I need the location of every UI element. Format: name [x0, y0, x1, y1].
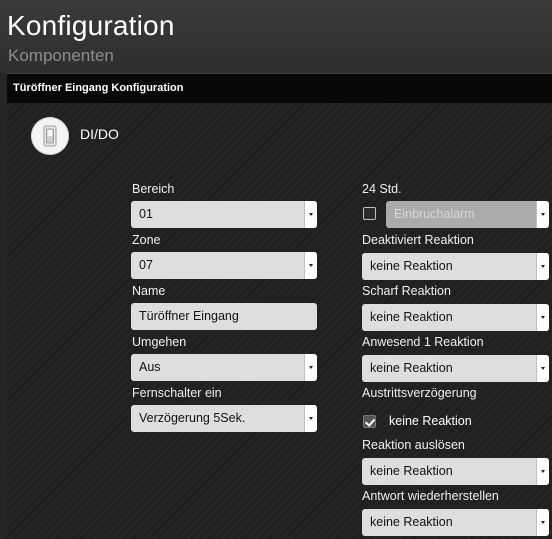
fernschalter-label: Fernschalter ein: [132, 386, 222, 400]
austritt-checkbox[interactable]: [363, 415, 376, 428]
name-input[interactable]: Türöffner Eingang: [131, 303, 317, 330]
chevron-down-icon[interactable]: [304, 201, 317, 228]
chevron-down-icon[interactable]: [536, 509, 549, 536]
chevron-down-icon[interactable]: [304, 405, 317, 432]
austritt-value: keine Reaktion: [389, 414, 472, 428]
device-type-label: DI/DO: [80, 126, 119, 142]
std24-value: Einbruchalarm: [394, 207, 475, 221]
chevron-down-icon: [536, 201, 549, 228]
bereich-select[interactable]: 01: [131, 201, 317, 228]
zone-label: Zone: [132, 233, 161, 247]
bereich-label: Bereich: [132, 182, 175, 196]
scharf-select[interactable]: keine Reaktion: [362, 304, 549, 331]
chevron-down-icon[interactable]: [304, 354, 317, 381]
umgehen-label: Umgehen: [132, 335, 187, 349]
deaktiviert-value: keine Reaktion: [370, 259, 453, 273]
deaktiviert-label: Deaktiviert Reaktion: [362, 233, 474, 247]
anwesend-value: keine Reaktion: [370, 361, 453, 375]
scharf-value: keine Reaktion: [370, 310, 453, 324]
chevron-down-icon[interactable]: [304, 252, 317, 279]
ausloesen-label: Reaktion auslösen: [362, 438, 465, 452]
fernschalter-select[interactable]: Verzögerung 5Sek.: [131, 405, 317, 432]
umgehen-value: Aus: [139, 360, 161, 374]
austritt-label: Austrittsverzögerung: [362, 386, 477, 400]
scharf-label: Scharf Reaktion: [362, 284, 451, 298]
wiederherstellen-label: Antwort wiederherstellen: [362, 489, 499, 503]
panel-title: Türöffner Eingang Konfiguration: [13, 82, 184, 94]
std24-label: 24 Std.: [362, 182, 402, 196]
wiederherstellen-select[interactable]: keine Reaktion: [362, 509, 549, 536]
chevron-down-icon[interactable]: [536, 253, 549, 280]
chevron-down-icon[interactable]: [536, 304, 549, 331]
anwesend-label: Anwesend 1 Reaktion: [362, 335, 484, 349]
ausloesen-value: keine Reaktion: [370, 464, 453, 478]
light-switch-icon: [31, 117, 69, 155]
fernschalter-value: Verzögerung 5Sek.: [139, 411, 246, 425]
bereich-value: 01: [139, 207, 153, 221]
chevron-down-icon[interactable]: [536, 355, 549, 382]
std24-select: Einbruchalarm: [386, 201, 549, 228]
umgehen-select[interactable]: Aus: [131, 354, 317, 381]
page-title: Konfiguration: [7, 10, 175, 41]
ausloesen-select[interactable]: keine Reaktion: [362, 458, 549, 485]
deaktiviert-select[interactable]: keine Reaktion: [362, 253, 549, 280]
std24-checkbox[interactable]: [363, 207, 376, 220]
name-label: Name: [132, 284, 166, 298]
anwesend-select[interactable]: keine Reaktion: [362, 355, 549, 382]
zone-select[interactable]: 07: [131, 252, 317, 279]
wiederherstellen-value: keine Reaktion: [370, 515, 453, 529]
zone-value: 07: [139, 258, 153, 272]
page-subtitle: Komponenten: [8, 46, 114, 65]
chevron-down-icon[interactable]: [536, 458, 549, 485]
